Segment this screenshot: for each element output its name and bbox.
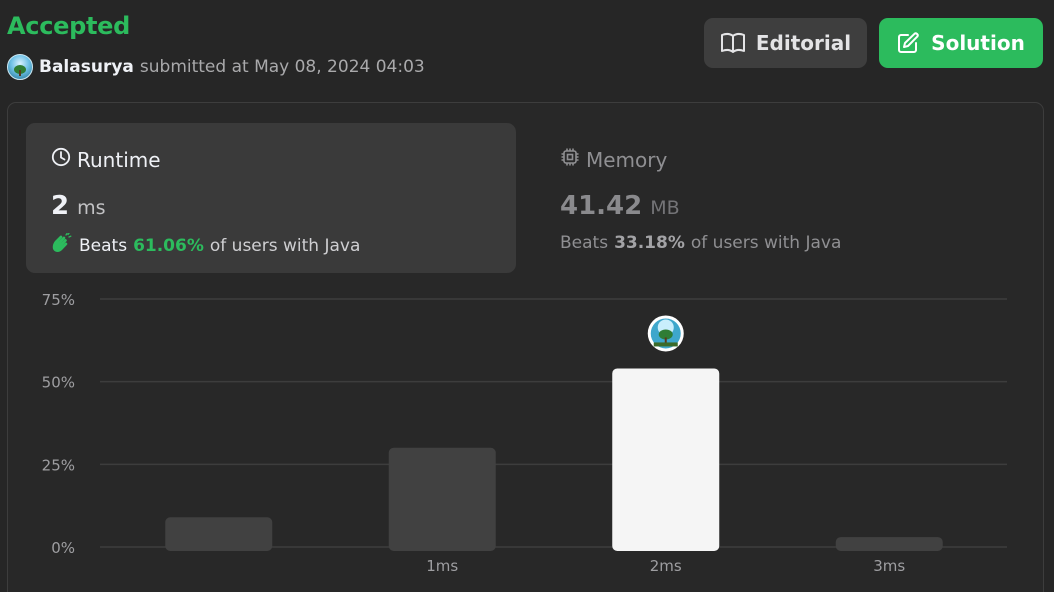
bar-highlighted: [612, 368, 720, 551]
bar: [165, 517, 273, 551]
x-tick-label: 2ms: [650, 557, 682, 575]
submission-result-page: Accepted Balasurya submitted at May 08, …: [0, 0, 1054, 592]
y-tick-label: 75%: [42, 291, 75, 309]
y-tick-label: 50%: [42, 374, 75, 392]
ground: [653, 342, 678, 347]
x-tick-label: 3ms: [873, 557, 905, 575]
x-tick-label: 1ms: [426, 557, 458, 575]
y-tick-label: 0%: [51, 539, 75, 557]
runtime-distribution-chart: 0% 25% 50% 75% 1ms 2ms 3ms: [42, 291, 1007, 575]
y-tick-label: 25%: [42, 456, 75, 474]
bar: [388, 447, 496, 551]
bar: [835, 537, 943, 551]
